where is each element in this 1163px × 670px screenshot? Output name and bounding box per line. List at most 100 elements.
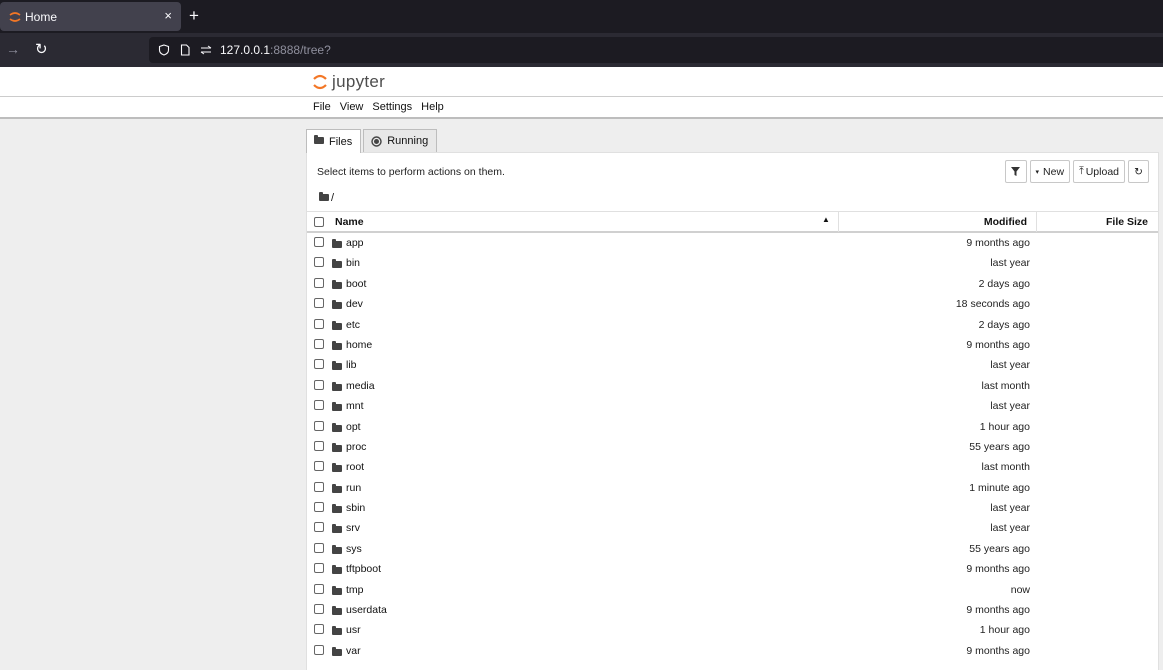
row-checkbox[interactable] — [314, 338, 324, 349]
table-row[interactable]: proc 55 years ago — [307, 437, 1158, 457]
table-row[interactable]: run 1 minute ago — [307, 478, 1158, 498]
row-checkbox[interactable] — [314, 298, 324, 309]
column-modified-header[interactable]: Modified — [984, 216, 1027, 228]
row-checkbox[interactable] — [314, 257, 324, 268]
file-name[interactable]: sbin — [346, 502, 365, 514]
sort-ascending-icon[interactable]: ▲ — [822, 215, 830, 224]
table-row[interactable]: lib last year — [307, 355, 1158, 375]
table-row[interactable]: boot 2 days ago — [307, 274, 1158, 294]
row-checkbox[interactable] — [314, 440, 324, 451]
table-row[interactable]: opt 1 hour ago — [307, 417, 1158, 437]
column-size-header[interactable]: File Size — [1106, 216, 1148, 228]
table-row[interactable]: var 9 months ago — [307, 641, 1158, 661]
folder-icon — [332, 402, 342, 414]
url-bar[interactable]: 127.0.0.1:8888/tree? — [149, 37, 1163, 63]
table-row[interactable]: tmp now — [307, 580, 1158, 600]
file-name[interactable]: home — [346, 339, 372, 351]
reload-icon[interactable]: ↻ — [35, 40, 48, 58]
row-checkbox[interactable] — [314, 379, 324, 390]
row-checkbox[interactable] — [314, 237, 324, 247]
file-modified: last year — [990, 359, 1030, 372]
folder-icon — [332, 381, 342, 394]
file-name[interactable]: sys — [346, 543, 362, 555]
row-checkbox[interactable] — [314, 359, 324, 370]
folder-icon — [332, 340, 342, 353]
url-text[interactable]: 127.0.0.1:8888/tree? — [220, 43, 331, 57]
table-row[interactable]: home 9 months ago — [307, 335, 1158, 355]
breadcrumb-root[interactable]: / — [331, 192, 334, 204]
table-row[interactable]: mnt last year — [307, 396, 1158, 416]
browser-tab-home[interactable]: Home × — [0, 2, 181, 31]
file-name[interactable]: boot — [346, 278, 366, 290]
row-checkbox[interactable] — [314, 420, 324, 431]
folder-icon — [332, 504, 342, 516]
filter-button[interactable] — [1004, 160, 1027, 183]
column-name-header[interactable]: Name — [335, 216, 364, 228]
table-row[interactable]: dev 18 seconds ago — [307, 294, 1158, 314]
home-folder-icon[interactable] — [319, 192, 329, 204]
file-name[interactable]: root — [346, 461, 364, 473]
table-row[interactable]: etc 2 days ago — [307, 315, 1158, 335]
file-name[interactable]: userdata — [346, 604, 387, 616]
table-row[interactable]: media last month — [307, 376, 1158, 396]
new-tab-button[interactable]: + — [189, 6, 199, 26]
file-name[interactable]: tftpboot — [346, 563, 381, 575]
upload-button[interactable]: ⤒ Upload — [1073, 160, 1125, 183]
file-name[interactable]: dev — [346, 298, 363, 310]
file-name[interactable]: mnt — [346, 400, 364, 412]
file-name[interactable]: opt — [346, 421, 361, 433]
menu-settings[interactable]: Settings — [372, 101, 412, 113]
file-name[interactable]: bin — [346, 257, 360, 269]
table-row[interactable]: srv last year — [307, 518, 1158, 538]
menu-file[interactable]: File — [313, 101, 331, 113]
table-header: Name ▲ Modified File Size — [307, 211, 1158, 233]
select-all-checkbox[interactable] — [314, 217, 324, 227]
file-modified: 55 years ago — [969, 440, 1030, 453]
table-row[interactable]: sys 55 years ago — [307, 539, 1158, 559]
menu-view[interactable]: View — [340, 101, 364, 113]
new-button-label: New — [1043, 165, 1065, 178]
permissions-icon[interactable] — [200, 44, 212, 56]
table-row[interactable]: usr 1 hour ago — [307, 620, 1158, 640]
menu-help[interactable]: Help — [421, 101, 444, 113]
tab-running[interactable]: Running — [363, 129, 438, 152]
table-row[interactable]: userdata 9 months ago — [307, 600, 1158, 620]
file-name[interactable]: usr — [346, 624, 361, 636]
file-name[interactable]: etc — [346, 319, 360, 331]
jupyter-logo[interactable]: jupyter — [312, 72, 385, 92]
row-checkbox[interactable] — [314, 318, 324, 329]
row-checkbox[interactable] — [314, 277, 324, 288]
table-row[interactable]: tftpboot 9 months ago — [307, 559, 1158, 579]
row-checkbox[interactable] — [314, 563, 324, 574]
row-checkbox[interactable] — [314, 583, 324, 594]
tab-files[interactable]: Files — [306, 129, 362, 153]
table-row[interactable]: bin last year — [307, 253, 1158, 273]
file-name[interactable]: srv — [346, 522, 360, 534]
row-checkbox[interactable] — [314, 604, 324, 615]
row-checkbox[interactable] — [314, 400, 324, 411]
file-name[interactable]: app — [346, 237, 364, 249]
row-checkbox[interactable] — [314, 624, 324, 635]
table-row[interactable]: root last month — [307, 457, 1158, 477]
refresh-button[interactable]: ↻ — [1128, 160, 1149, 183]
forward-arrow-icon[interactable]: → — [6, 41, 20, 57]
file-name[interactable]: lib — [346, 359, 357, 371]
folder-icon — [332, 463, 342, 475]
row-checkbox[interactable] — [314, 481, 324, 492]
table-row[interactable]: app 9 months ago — [307, 233, 1158, 253]
select-message: Select items to perform actions on them. — [317, 166, 505, 178]
file-name[interactable]: tmp — [346, 584, 364, 596]
row-checkbox[interactable] — [314, 461, 324, 472]
folder-icon — [332, 239, 342, 251]
row-checkbox[interactable] — [314, 522, 324, 533]
new-button[interactable]: ▾ New — [1029, 160, 1071, 183]
file-name[interactable]: media — [346, 380, 375, 392]
row-checkbox[interactable] — [314, 542, 324, 553]
file-name[interactable]: run — [346, 482, 361, 494]
row-checkbox[interactable] — [314, 644, 324, 655]
row-checkbox[interactable] — [314, 502, 324, 513]
tab-close-icon[interactable]: × — [164, 8, 172, 23]
file-name[interactable]: proc — [346, 441, 366, 453]
file-name[interactable]: var — [346, 645, 361, 657]
table-row[interactable]: sbin last year — [307, 498, 1158, 518]
